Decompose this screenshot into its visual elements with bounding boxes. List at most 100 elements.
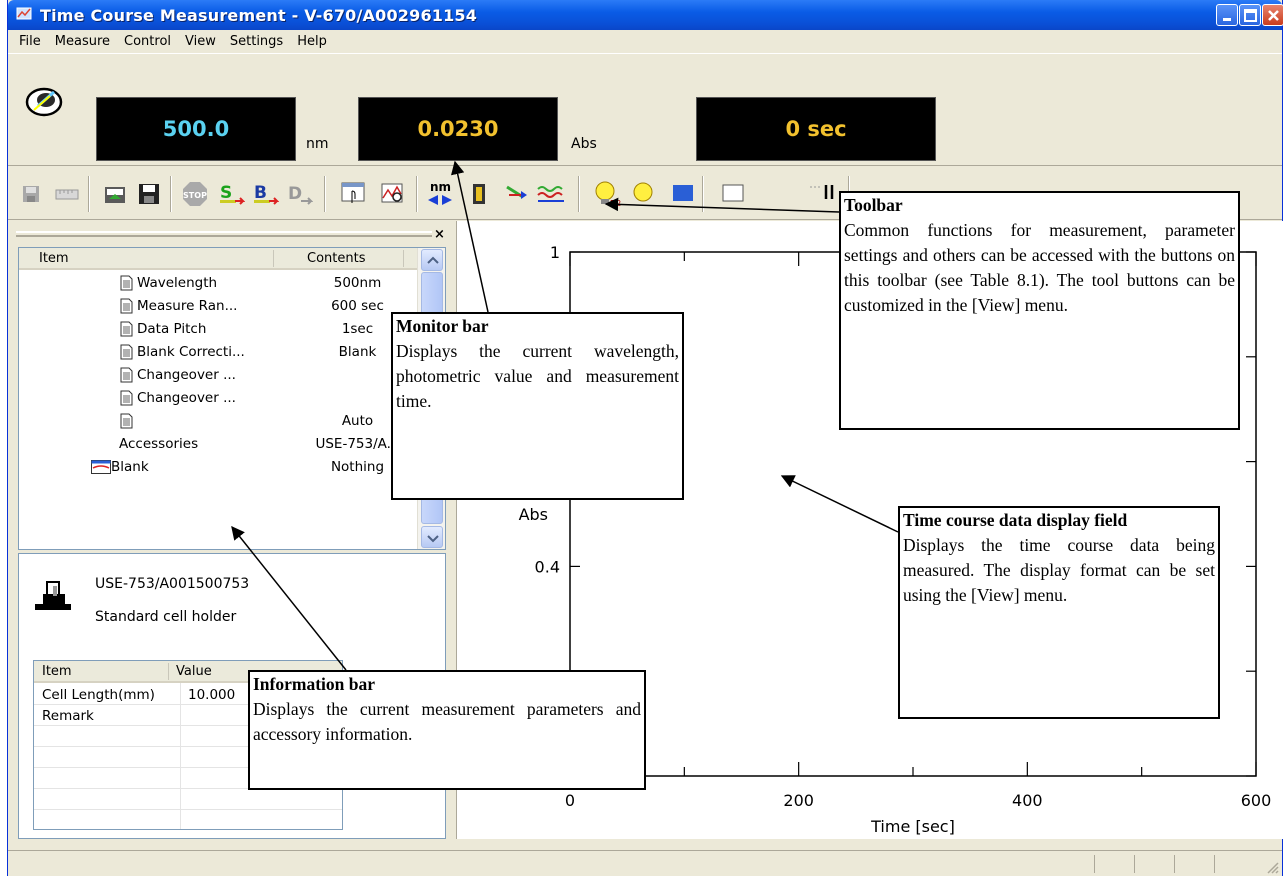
pane-grip[interactable] [16,231,432,237]
baseline-icon [537,186,564,202]
param-name: Blank [111,459,149,475]
list-item[interactable]: Wavelength 500nm [19,272,417,295]
parameter-list-header: Item Contents [19,248,417,270]
callout-title: Monitor bar [396,316,489,336]
wavelength-button[interactable]: nm [426,178,456,210]
minimize-button[interactable] [1216,4,1238,26]
blank-icon: B [254,183,279,205]
blank-button[interactable]: B [250,178,280,210]
close-button[interactable] [1262,4,1284,26]
toolbar-separator [170,176,172,212]
cell-button[interactable] [464,178,494,210]
cell-icon [473,184,485,204]
acc-param-name: Remark [42,708,94,724]
accessory-description: Standard cell holder [95,609,237,625]
save-as-button[interactable] [134,178,164,210]
status-panel [1134,855,1135,873]
list-item[interactable]: Changeover ... [19,364,417,387]
list-item[interactable]: Changeover ... [19,387,417,410]
svg-text:STOP: STOP [183,191,207,200]
scroll-up-button[interactable] [421,249,443,271]
column-header-item[interactable]: Item [39,251,69,266]
column-header-contents[interactable]: Contents [307,251,365,266]
lamp2-button[interactable] [628,178,658,210]
window-button[interactable] [338,178,368,210]
list-item[interactable]: Blank Nothing [19,456,417,479]
menu-control[interactable]: Control [117,34,178,49]
menu-file[interactable]: File [12,34,48,49]
baseline-button[interactable] [536,178,566,210]
window-icon [673,185,693,201]
toolbar-separator [88,176,90,212]
arrow-tool-button[interactable] [502,178,532,210]
svg-text:D: D [288,184,302,204]
extra-tool-button[interactable] [668,178,698,210]
spectrum-view-button[interactable] [378,178,408,210]
open-folder-icon [105,187,125,203]
column-divider[interactable] [403,250,404,267]
accessory-name: USE-753/A001500753 [95,576,250,592]
title-bar[interactable]: Time Course Measurement - V-670/A0029611… [8,0,1284,30]
document-icon [120,413,133,429]
acc-param-name: Cell Length(mm) [42,687,155,703]
param-name: Changeover ... [137,367,236,383]
column-header-item[interactable]: Item [42,664,72,679]
window-pointer-icon [341,182,365,203]
status-panel [1214,855,1215,873]
document-icon [120,367,133,383]
x-tick-label: 600 [1241,791,1272,810]
menu-help[interactable]: Help [290,34,334,49]
sample-icon: S [220,183,245,205]
open-button[interactable] [100,178,130,210]
menu-measure[interactable]: Measure [48,34,117,49]
stop-button[interactable]: STOP [180,178,210,210]
wavelength-unit: nm [306,136,329,152]
peak-icon [810,185,834,199]
toolbar-separator [324,176,326,212]
status-bar [8,850,1282,876]
column-divider[interactable] [168,663,169,680]
wavelength-display: 500.0 [96,97,296,161]
pane-close-icon[interactable]: × [434,227,445,242]
photometric-display: 0.0230 [358,97,558,161]
arrow-tool-icon [506,185,527,199]
param-name: Wavelength [137,275,218,291]
param-name: Data Pitch [137,321,207,337]
list-item[interactable]: Measure Ran... 600 sec [19,295,417,318]
table-row [34,790,342,810]
ruler-button[interactable] [52,178,82,210]
maximize-button[interactable] [1239,4,1261,26]
menu-bar: File Measure Control View Settings Help [8,30,1282,52]
save-button[interactable] [16,178,46,210]
toolbar-callout: Toolbar Common functions for measurement… [839,191,1240,430]
time-display: 0 sec [696,97,936,161]
app-icon [16,7,32,20]
param-name: Blank Correcti... [137,344,245,360]
data-button[interactable]: D [284,178,314,210]
scroll-down-button[interactable] [421,526,443,548]
display-callout: Time course data display field Displays … [898,506,1220,719]
list-item[interactable]: Auto [19,410,417,433]
document-icon [120,390,133,406]
peak-button[interactable] [808,178,838,210]
menu-settings[interactable]: Settings [223,34,290,49]
menu-view[interactable]: View [178,34,223,49]
resize-grip-icon[interactable] [1266,861,1280,875]
table-icon [722,184,744,202]
lamp-button[interactable]: D2 [592,178,622,210]
callout-text: Displays the time course data being meas… [903,535,1215,605]
toolbar-separator [702,176,704,212]
callout-text: Common functions for measurement, parame… [844,220,1235,315]
column-header-value[interactable]: Value [176,664,212,679]
table-button[interactable] [718,178,748,210]
callout-title: Toolbar [844,195,903,215]
param-value: 500nm [333,275,382,291]
status-panel [1094,855,1095,873]
list-item[interactable]: Blank Correcti... Blank [19,341,417,364]
blank-spectrum-icon [91,460,111,474]
list-item[interactable]: Accessories USE-753/A... [19,433,417,456]
column-divider[interactable] [273,250,274,267]
sample-button[interactable]: S [216,178,246,210]
list-item[interactable]: Data Pitch 1sec [19,318,417,341]
status-panel [1174,855,1175,873]
